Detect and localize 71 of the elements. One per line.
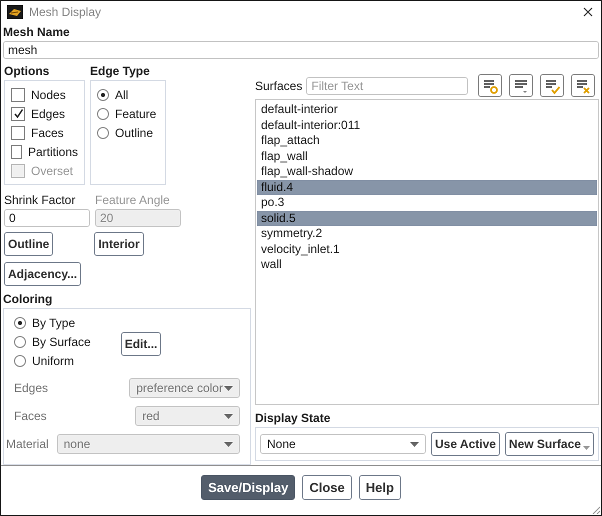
- radio-button[interactable]: [14, 336, 26, 348]
- button[interactable]: New Surface: [504, 432, 594, 456]
- radio-label: All: [115, 88, 128, 102]
- list-item[interactable]: wall: [257, 257, 597, 273]
- caret-icon: [224, 442, 233, 447]
- list-item[interactable]: default-interior: [257, 102, 597, 118]
- radio-label: Uniform: [32, 354, 74, 368]
- button[interactable]: Use Active: [431, 432, 500, 456]
- toolbar-button[interactable]: [478, 74, 502, 98]
- checkbox[interactable]: [11, 126, 25, 140]
- caret-icon: [410, 442, 419, 447]
- list-item[interactable]: flap_wall: [257, 148, 597, 164]
- radio-label: By Surface: [32, 334, 91, 349]
- field-label: Faces: [14, 409, 48, 424]
- window-title: Mesh Display: [29, 5, 102, 20]
- field-label: Mesh Name: [3, 25, 71, 40]
- app-logo-icon: [7, 5, 23, 20]
- dropdown[interactable]: none: [56, 434, 240, 454]
- list-item[interactable]: flap_wall-shadow: [257, 164, 597, 180]
- group-title: Options: [4, 64, 50, 78]
- radio-button[interactable]: [14, 354, 26, 367]
- checkbox[interactable]: [11, 144, 22, 159]
- field-label: Surfaces: [255, 78, 302, 93]
- toolbar-button[interactable]: [509, 74, 534, 98]
- checkbox-label: Faces: [31, 126, 64, 140]
- radio-button[interactable]: [97, 108, 109, 120]
- filter-field[interactable]: Filter Text: [306, 76, 468, 95]
- checkbox-label: Nodes: [31, 88, 66, 102]
- checkbox-label: Overset: [31, 164, 74, 178]
- dropdown[interactable]: red: [135, 406, 240, 426]
- field-label: Edges: [14, 381, 50, 396]
- radio-button[interactable]: [14, 316, 26, 329]
- dropdown[interactable]: preference color: [129, 378, 240, 398]
- resize-grip-icon: [592, 506, 600, 514]
- button[interactable]: Help: [358, 475, 401, 500]
- button[interactable]: Close: [302, 475, 352, 500]
- list-item[interactable]: po.3: [257, 195, 597, 211]
- caret-icon: [224, 386, 233, 391]
- group-title: Coloring: [3, 292, 54, 306]
- group-title: Edge Type: [90, 64, 151, 78]
- shrink-factor-field[interactable]: 0: [4, 209, 90, 228]
- group-title: Display State: [255, 411, 332, 426]
- field-label: Feature Angle: [95, 193, 171, 208]
- list-item[interactable]: symmetry.2: [257, 226, 597, 242]
- button[interactable]: Save/Display: [201, 475, 296, 500]
- field-label: Shrink Factor: [4, 193, 76, 208]
- button[interactable]: Outline: [4, 232, 54, 256]
- list-item[interactable]: solid.5: [257, 210, 597, 226]
- radio-button[interactable]: [97, 126, 109, 139]
- caret-icon: [582, 446, 590, 450]
- checkbox-label: Partitions: [28, 144, 78, 159]
- list-item[interactable]: fluid.4: [257, 180, 597, 196]
- toolbar-button[interactable]: [540, 74, 564, 98]
- checkbox[interactable]: [11, 88, 25, 102]
- radio-label: Outline: [115, 126, 154, 140]
- checkbox-label: Edges: [31, 106, 66, 121]
- checkbox[interactable]: [11, 106, 25, 121]
- list-item[interactable]: default-interior:011: [257, 118, 597, 134]
- radio-label: Feature: [115, 106, 156, 121]
- list-item[interactable]: velocity_inlet.1: [257, 242, 597, 258]
- caret-icon: [224, 414, 233, 419]
- list-item[interactable]: flap_attach: [257, 133, 597, 149]
- button[interactable]: Adjacency...: [4, 262, 82, 286]
- toolbar-button[interactable]: [571, 74, 596, 98]
- button[interactable]: Interior: [94, 232, 144, 256]
- mesh-name-field[interactable]: mesh: [3, 41, 599, 60]
- field-label: Material: [6, 437, 50, 452]
- radio-label: By Type: [32, 316, 76, 330]
- edit-button[interactable]: Edit...: [120, 332, 162, 356]
- radio-button[interactable]: [97, 88, 109, 101]
- dropdown[interactable]: None: [260, 434, 426, 454]
